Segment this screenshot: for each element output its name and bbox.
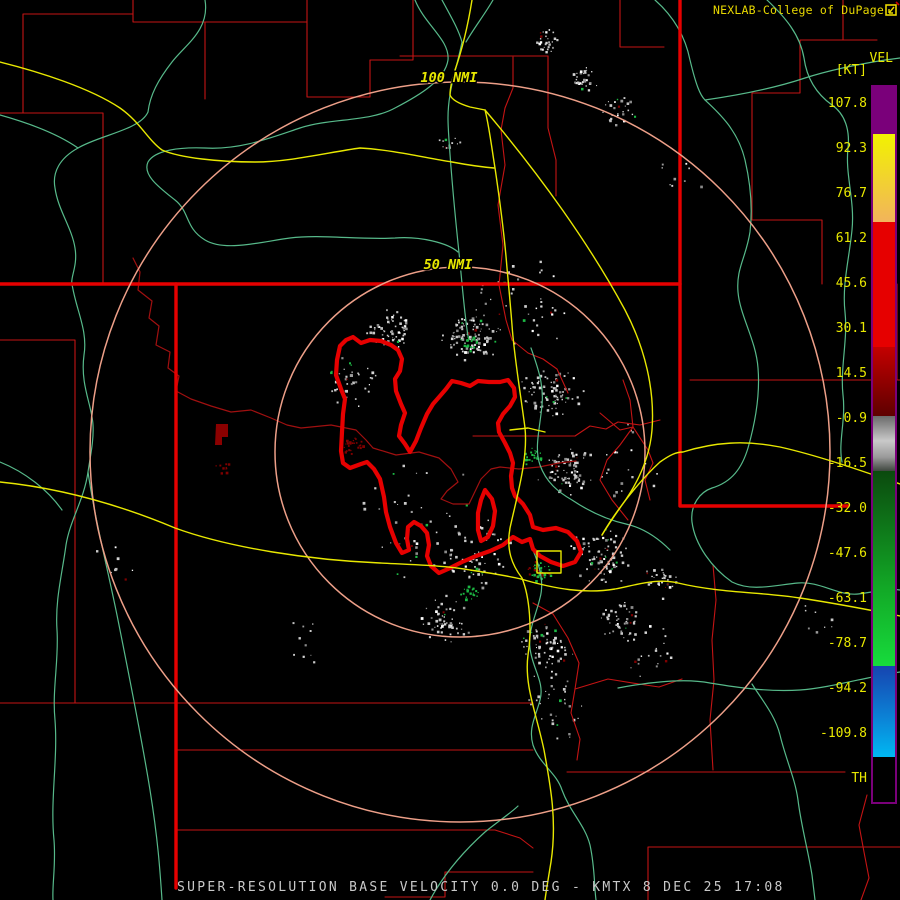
- county-line: [306, 0, 414, 98]
- county-line: [599, 379, 634, 521]
- county-line: [599, 412, 634, 431]
- colorbar-tick-label: -16.5: [827, 456, 867, 471]
- radar-map: 100 NMI 50 NMI: [0, 0, 900, 900]
- county-line: [0, 339, 76, 704]
- county-line: [132, 0, 308, 23]
- county-line: [497, 56, 514, 341]
- county-line: [175, 829, 534, 849]
- colorbar-segment: [873, 666, 895, 757]
- colorbar-title: VEL: [869, 51, 893, 66]
- range-ring-label: 50 NMI: [424, 257, 473, 273]
- product-title: SUPER-RESOLUTION BASE VELOCITY 0.0 DEG -…: [177, 880, 785, 895]
- colorbar-tick-label: 45.6: [835, 276, 867, 291]
- river: [0, 114, 79, 149]
- county-line: [574, 678, 683, 690]
- colorbar-tick-label: -78.7: [827, 636, 867, 651]
- county-line: [511, 339, 569, 394]
- colorbar-tick-label: 76.7: [835, 186, 867, 201]
- colorbar-tick-label: 92.3: [835, 141, 867, 156]
- colorbar-segment: [873, 134, 895, 222]
- colorbar-units: [KT]: [835, 63, 867, 78]
- colorbar-segment: [873, 347, 895, 416]
- county-line: [632, 426, 654, 501]
- colorbar-tick-label: -94.2: [827, 681, 867, 696]
- colorbar-segment: [873, 471, 895, 666]
- colorbar-tick-label: -47.6: [827, 546, 867, 561]
- colorbar-tick-label: 30.1: [835, 321, 867, 336]
- radar-display: 100 NMI 50 NMI NEXLAB-College of DuPage V…: [0, 0, 900, 900]
- colorbar-tick-label: 61.2: [835, 231, 867, 246]
- colorbar-tick-label: -32.0: [827, 501, 867, 516]
- county-line: [709, 564, 717, 771]
- county-line: [619, 0, 665, 48]
- colorbar-segment: [873, 757, 895, 800]
- river: [465, 0, 494, 43]
- county-line: [0, 0, 134, 114]
- highway: [449, 0, 486, 111]
- county-line: [547, 55, 557, 197]
- river: [751, 683, 816, 900]
- colorbar-tick-label: -0.9: [835, 411, 867, 426]
- colorbar-tick-label: 107.8: [827, 96, 867, 111]
- urban-blob-west: [215, 424, 228, 445]
- highway: [509, 427, 546, 433]
- velocity-colorbar: [871, 85, 897, 804]
- state-border-wyoming: [678, 0, 850, 508]
- colorbar-segment: [873, 222, 895, 347]
- range-ring-label: 100 NMI: [421, 70, 478, 86]
- colorbar-segment: [873, 416, 895, 471]
- river: [52, 0, 207, 900]
- colorbar-tick-label: -109.8: [820, 726, 867, 741]
- brand-text: NEXLAB-College of DuPage: [713, 3, 884, 17]
- colorbar-segment: [873, 87, 895, 134]
- river: [529, 544, 597, 900]
- colorbar-tick-label: -63.1: [827, 591, 867, 606]
- colorbar-tick-label: 14.5: [835, 366, 867, 381]
- colorbar-tick-label: TH: [851, 771, 867, 786]
- cod-logo-icon: [885, 1, 900, 16]
- ring-circle: [89, 81, 831, 823]
